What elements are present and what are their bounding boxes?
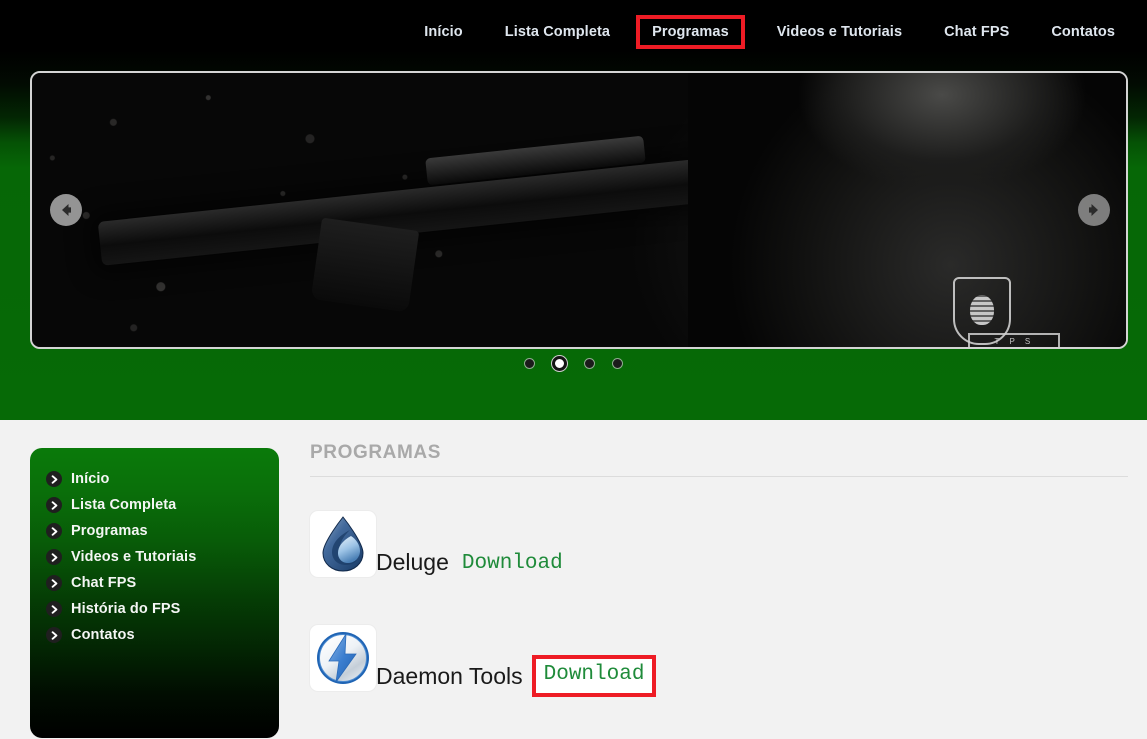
top-navigation: Início Lista Completa Programas Videos e… (0, 0, 1147, 64)
program-icon (310, 625, 376, 691)
page-title: PROGRAMAS (310, 442, 442, 463)
chevron-right-icon (46, 627, 62, 643)
sidebar-item-lista-completa[interactable]: Lista Completa (30, 492, 279, 518)
daemon-tools-bolt-icon (315, 630, 371, 686)
sidebar-item-label: Chat FPS (71, 575, 137, 591)
nav-item-chat-fps[interactable]: Chat FPS (934, 17, 1019, 47)
hero-zone: Início Lista Completa Programas Videos e… (0, 0, 1147, 420)
sidebar-item-label: Lista Completa (71, 497, 177, 513)
nav-item-inicio[interactable]: Início (414, 17, 472, 47)
nav-item-programas[interactable]: Programas (636, 15, 745, 49)
main-content: PROGRAMAS Deluge Download Daemon Tools D… (310, 442, 1128, 739)
sidebar-item-label: Programas (71, 523, 148, 539)
sidebar-item-label: Início (71, 471, 110, 487)
nav-item-videos-e-tutoriais[interactable]: Videos e Tutoriais (767, 17, 912, 47)
sidebar-item-contatos[interactable]: Contatos (30, 622, 279, 648)
chevron-right-icon (46, 575, 62, 591)
deluge-drop-icon (318, 516, 368, 572)
chevron-right-icon (46, 601, 62, 617)
sidebar-item-videos-e-tutoriais[interactable]: Videos e Tutoriais (30, 544, 279, 570)
title-divider (310, 476, 1128, 477)
arrow-left-icon (56, 200, 76, 220)
chevron-right-icon (46, 471, 62, 487)
sidebar-item-programas[interactable]: Programas (30, 518, 279, 544)
sidebar-item-label: Videos e Tutoriais (71, 549, 197, 565)
program-row: Daemon Tools Download (310, 625, 1128, 697)
rifle-grip (311, 217, 421, 313)
sidebar-menu: Início Lista Completa Programas Videos e… (30, 448, 279, 738)
carousel-dot-2[interactable] (552, 356, 567, 371)
download-link[interactable]: Download (462, 553, 563, 577)
patch-ribbon: T P S (968, 333, 1061, 347)
sidebar-item-historia-do-fps[interactable]: História do FPS (30, 596, 279, 622)
content-zone: Início Lista Completa Programas Videos e… (0, 420, 1147, 738)
program-icon (310, 511, 376, 577)
program-name: Deluge (376, 549, 449, 575)
hero-carousel[interactable]: T P S (30, 71, 1128, 349)
chevron-right-icon (46, 549, 62, 565)
chevron-right-icon (46, 497, 62, 513)
sidebar-item-label: História do FPS (71, 601, 181, 617)
nav-item-lista-completa[interactable]: Lista Completa (495, 17, 620, 47)
carousel-dot-1[interactable] (524, 358, 535, 369)
carousel-slide-image: T P S (32, 73, 1126, 347)
sidebar-item-inicio[interactable]: Início (30, 466, 279, 492)
carousel-prev-button[interactable] (50, 194, 82, 226)
soldier-figure (688, 73, 1126, 347)
program-name: Daemon Tools (376, 663, 523, 689)
carousel-dot-4[interactable] (612, 358, 623, 369)
download-link[interactable]: Download (531, 655, 657, 697)
nav-item-contatos[interactable]: Contatos (1041, 17, 1125, 47)
carousel-dot-3[interactable] (584, 358, 595, 369)
program-row: Deluge Download (310, 511, 1128, 577)
carousel-next-button[interactable] (1078, 194, 1110, 226)
sidebar-item-chat-fps[interactable]: Chat FPS (30, 570, 279, 596)
carousel-pagination (0, 356, 1147, 371)
arrow-right-icon (1084, 200, 1104, 220)
sidebar-item-label: Contatos (71, 627, 135, 643)
chevron-right-icon (46, 523, 62, 539)
